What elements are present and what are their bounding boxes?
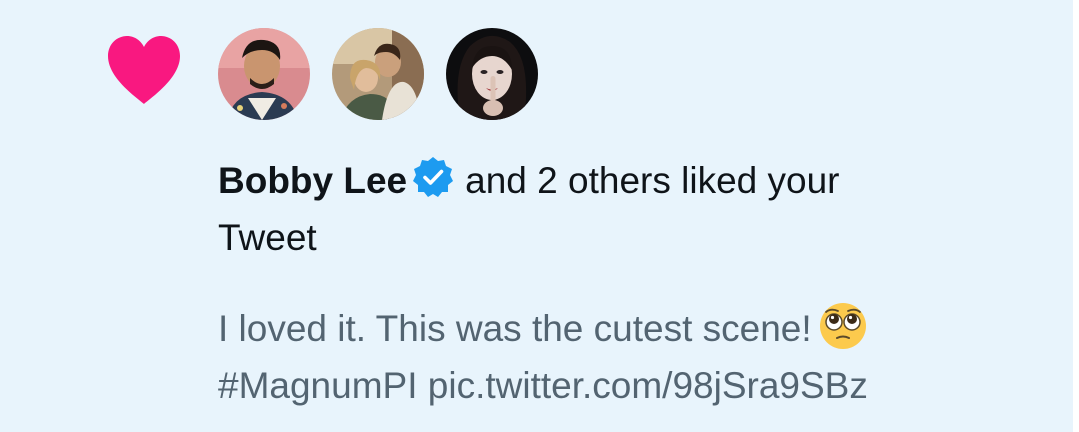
- avatar[interactable]: [218, 28, 310, 120]
- action-object: Tweet: [218, 217, 317, 258]
- notification-headline: Bobby Lee and 2 others liked your Tweet: [218, 152, 1038, 266]
- liker-name[interactable]: Bobby Lee: [218, 160, 407, 201]
- tweet-text: I loved it. This was the cutest scene!: [218, 308, 812, 349]
- tweet-link[interactable]: pic.twitter.com/98jSra9SBz: [428, 365, 868, 406]
- heart-icon: [108, 36, 180, 104]
- action-text: and 2 others liked your: [465, 160, 840, 201]
- pleading-face-emoji: [819, 303, 866, 349]
- avatar[interactable]: [446, 28, 538, 120]
- tweet-hashtag[interactable]: #MagnumPI: [218, 365, 418, 406]
- avatar[interactable]: [332, 28, 424, 120]
- notification-card[interactable]: Bobby Lee and 2 others liked your Tweet …: [0, 0, 1079, 432]
- verified-badge-icon: [413, 157, 454, 197]
- tweet-preview[interactable]: I loved it. This was the cutest scene! #…: [218, 300, 1038, 414]
- card-edge: [1073, 0, 1079, 432]
